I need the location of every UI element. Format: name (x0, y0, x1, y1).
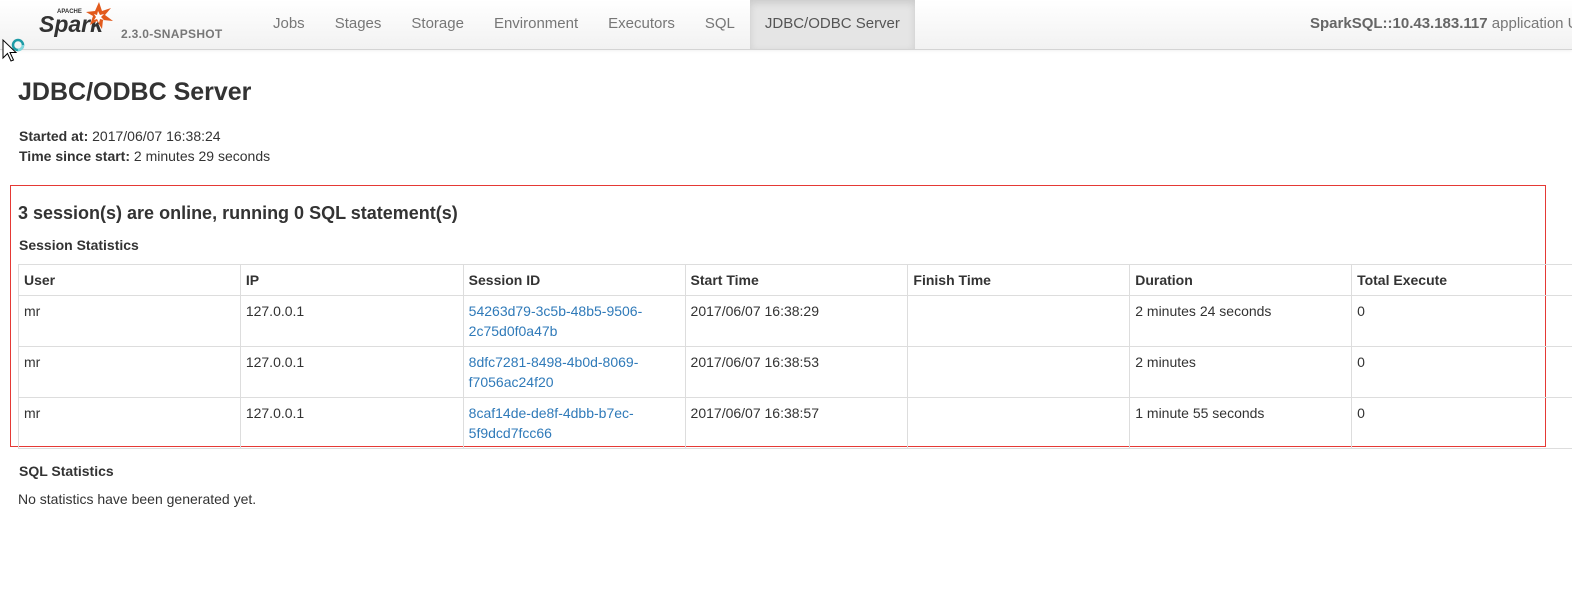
session-id-part-1: 8dfc7281-8498-4b0d-8069- (468, 354, 639, 370)
top-navbar: APACHE Spark 2.3.0-SNAPSHOT Jobs Stages … (0, 0, 1572, 50)
page-title: JDBC/ODBC Server (18, 78, 252, 106)
cell-session-id: 8caf14de-de8f-4dbb-b7ec- 5f9dcd7fcc66 (462, 397, 686, 449)
cell-user: mr (18, 397, 241, 449)
no-statistics-message: No statistics have been generated yet. (18, 491, 257, 507)
session-id-part-2: 5f9dcd7fcc66 (468, 425, 552, 441)
tab-storage[interactable]: Storage (396, 0, 479, 49)
tab-sql[interactable]: SQL (690, 0, 750, 49)
cell-total-execute: 0 (1351, 295, 1572, 347)
cell-user: mr (18, 295, 241, 347)
cell-total-execute: 0 (1351, 397, 1572, 449)
session-id-part-1: 8caf14de-de8f-4dbb-b7ec- (468, 405, 634, 421)
cell-start-time: 2017/06/07 16:38:57 (684, 397, 909, 449)
tab-jdbc-odbc-server[interactable]: JDBC/ODBC Server (749, 0, 915, 49)
application-suffix: application U (1487, 15, 1572, 32)
session-id-link[interactable]: 54263d79-3c5b-48b5-9506- 2c75d0f0a47b (469, 303, 643, 339)
version-label: 2.3.0-SNAPSHOT (121, 27, 223, 41)
cell-duration: 1 minute 55 seconds (1129, 397, 1353, 449)
cell-ip: 127.0.0.1 (239, 397, 464, 449)
cell-session-id: 54263d79-3c5b-48b5-9506- 2c75d0f0a47b (462, 295, 686, 347)
column-header-session-id[interactable]: Session ID (462, 264, 686, 296)
cell-user: mr (18, 346, 241, 398)
table-row: mr 127.0.0.1 8caf14de-de8f-4dbb-b7ec- 5f9… (18, 397, 1572, 449)
time-since-label: Time since start: (19, 148, 131, 164)
started-at-row: Started at: 2017/06/07 16:38:24 (19, 126, 270, 146)
started-at-label: Started at: (19, 128, 89, 144)
application-name: SparkSQL::10.43.183.117 (1310, 15, 1488, 32)
cell-start-time: 2017/06/07 16:38:29 (684, 295, 909, 347)
session-id-part-2: 2c75d0f0a47b (468, 323, 558, 339)
session-id-part-2: f7056ac24f20 (468, 374, 554, 390)
table-header-row: User IP Session ID Start Time Finish Tim… (18, 264, 1572, 296)
column-header-total-execute[interactable]: Total Execute (1351, 264, 1572, 296)
application-info: SparkSQL::10.43.183.117 application U (1310, 0, 1572, 49)
column-header-user[interactable]: User (18, 264, 241, 296)
session-id-link[interactable]: 8caf14de-de8f-4dbb-b7ec- 5f9dcd7fcc66 (469, 405, 634, 441)
cell-duration: 2 minutes (1129, 346, 1353, 398)
column-header-duration[interactable]: Duration (1129, 264, 1353, 296)
tab-executors[interactable]: Executors (593, 0, 690, 49)
sessions-summary-heading: 3 session(s) are online, running 0 SQL s… (18, 203, 458, 223)
table-row: mr 127.0.0.1 54263d79-3c5b-48b5-9506- 2c7… (18, 295, 1572, 347)
cell-finish-time (907, 397, 1131, 449)
loading-ring-icon (11, 38, 25, 52)
started-at-value: 2017/06/07 16:38:24 (92, 128, 221, 144)
time-since-row: Time since start: 2 minutes 29 seconds (19, 146, 270, 166)
session-statistics-title: Session Statistics (19, 237, 139, 253)
mouse-pointer-icon (2, 38, 25, 62)
tab-stages[interactable]: Stages (320, 0, 397, 49)
column-header-ip[interactable]: IP (239, 264, 464, 296)
cell-start-time: 2017/06/07 16:38:53 (684, 346, 909, 398)
cell-session-id: 8dfc7281-8498-4b0d-8069- f7056ac24f20 (462, 346, 686, 398)
spark-brand[interactable]: APACHE Spark 2.3.0-SNAPSHOT (38, 0, 228, 49)
spark-logo: APACHE Spark (39, 2, 113, 37)
cell-duration: 2 minutes 24 seconds (1129, 295, 1353, 347)
server-info: Started at: 2017/06/07 16:38:24 Time sin… (19, 126, 270, 166)
table-row: mr 127.0.0.1 8dfc7281-8498-4b0d-8069- f70… (18, 346, 1572, 398)
column-header-finish-time[interactable]: Finish Time (907, 264, 1131, 296)
tab-environment[interactable]: Environment (479, 0, 593, 49)
sql-statistics-title: SQL Statistics (19, 463, 114, 479)
cell-ip: 127.0.0.1 (239, 295, 464, 347)
cell-finish-time (907, 346, 1131, 398)
tab-jobs[interactable]: Jobs (258, 0, 320, 49)
cell-total-execute: 0 (1351, 346, 1572, 398)
cell-finish-time (907, 295, 1131, 347)
cell-ip: 127.0.0.1 (239, 346, 464, 398)
session-id-link[interactable]: 8dfc7281-8498-4b0d-8069- f7056ac24f20 (469, 354, 639, 390)
time-since-value: 2 minutes 29 seconds (133, 148, 271, 164)
column-header-start-time[interactable]: Start Time (684, 264, 909, 296)
session-id-part-1: 54263d79-3c5b-48b5-9506- (468, 303, 643, 319)
nav-tabs: Jobs Stages Storage Environment Executor… (258, 0, 915, 49)
session-statistics-table: User IP Session ID Start Time Finish Tim… (18, 264, 1572, 449)
